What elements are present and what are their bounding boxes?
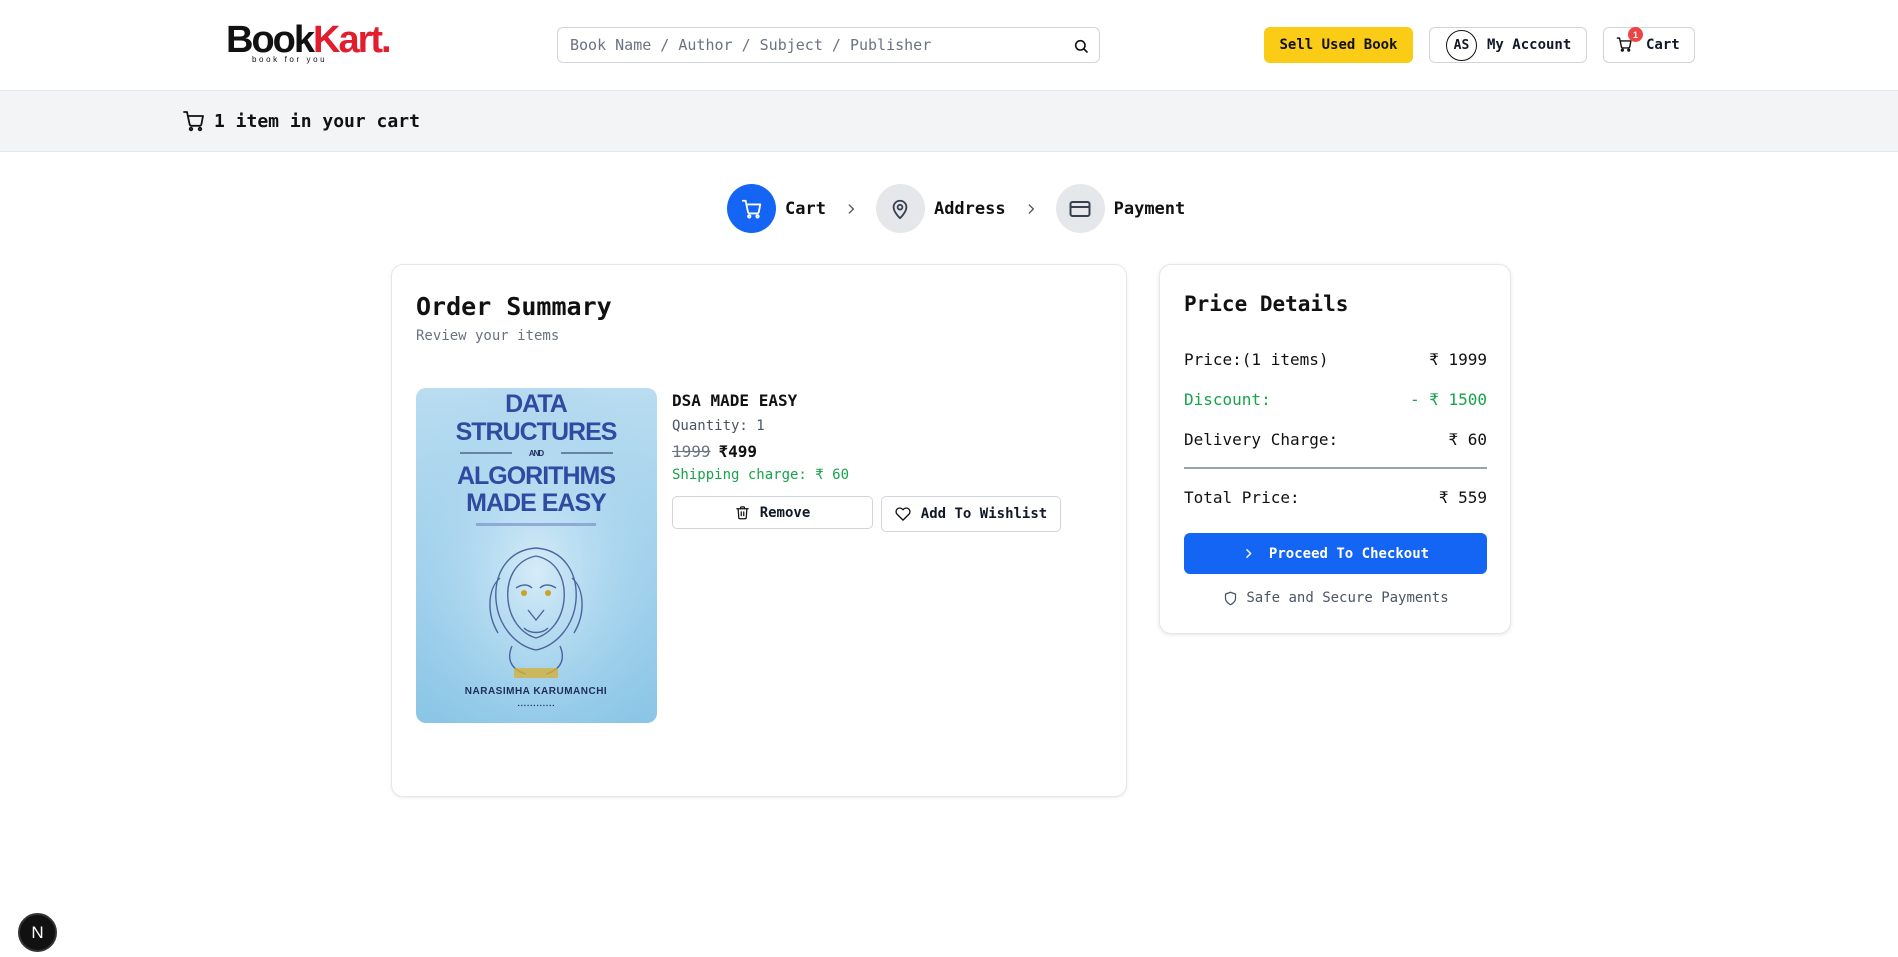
cover-line-structures: STRUCTURES xyxy=(456,418,617,446)
credit-card-icon xyxy=(1069,200,1091,217)
chevron-right-icon xyxy=(844,202,858,216)
search-bar xyxy=(557,27,1100,63)
map-pin-icon xyxy=(893,199,908,219)
top-header: BookKart. book for you Sell Used Book AS… xyxy=(0,0,1898,91)
order-summary-subtitle: Review your items xyxy=(416,328,560,344)
checkout-stepper: Cart Address Payment xyxy=(727,184,1185,233)
delivery-row: Delivery Charge: ₹ 60 xyxy=(1184,430,1487,449)
cart-banner-content: 1 item in your cart xyxy=(182,109,420,133)
cart-icon xyxy=(741,199,761,218)
total-value: ₹ 559 xyxy=(1438,488,1487,507)
dev-tools-badge[interactable]: N xyxy=(18,913,57,952)
discount-row: Discount: - ₹ 1500 xyxy=(1184,390,1487,409)
step-address[interactable]: Address xyxy=(875,184,1006,233)
checkout-label: Proceed To Checkout xyxy=(1268,545,1430,562)
secure-label: Safe and Secure Payments xyxy=(1246,590,1449,606)
chevron-right-icon xyxy=(1246,549,1252,558)
wishlist-label: Add To Wishlist xyxy=(920,506,1048,522)
item-actions: Remove Add To Wishlist xyxy=(672,496,1061,532)
step-cart[interactable]: Cart xyxy=(727,184,826,233)
price-row-label: Price:(1 items) xyxy=(1184,350,1329,369)
step-address-circle xyxy=(875,184,925,233)
book-cover-image[interactable]: DATA STRUCTURES AND ALGORITHMS MADE EASY… xyxy=(416,388,657,723)
step-address-label: Address xyxy=(933,198,1006,219)
logo-tagline: book for you xyxy=(252,55,328,64)
bookkart-logo[interactable]: BookKart. book for you xyxy=(226,21,392,66)
price-details-title: Price Details xyxy=(1184,292,1349,316)
add-to-wishlist-button[interactable]: Add To Wishlist xyxy=(881,496,1061,532)
avatar: AS xyxy=(1446,29,1477,61)
cart-button[interactable]: 1 Cart xyxy=(1603,27,1695,63)
total-label: Total Price: xyxy=(1184,488,1300,507)
trash-icon xyxy=(735,506,749,520)
cart-icon-wrap: 1 xyxy=(1616,27,1643,54)
logo-wordmark: BookKart. xyxy=(226,21,392,59)
remove-label: Remove xyxy=(759,504,811,521)
item-price: 1999 ₹499 xyxy=(672,442,849,461)
original-price: 1999 xyxy=(672,442,711,461)
secure-payments-note: Safe and Secure Payments xyxy=(1160,590,1512,606)
book-info: DSA MADE EASY Quantity: 1 1999 ₹499 Ship… xyxy=(672,391,849,483)
cart-banner: 1 item in your cart xyxy=(0,91,1898,152)
shipping-charge: Shipping charge: ₹ 60 xyxy=(672,467,850,483)
order-summary-card: Order Summary Review your items DATA STR… xyxy=(391,264,1127,797)
cart-icon xyxy=(183,111,204,132)
discount-value: - ₹ 1500 xyxy=(1409,390,1487,409)
step-cart-label: Cart xyxy=(785,198,826,219)
heart-icon xyxy=(895,507,911,521)
order-summary-title: Order Summary xyxy=(416,292,612,321)
cart-banner-text: 1 item in your cart xyxy=(214,110,420,132)
sell-used-book-button[interactable]: Sell Used Book xyxy=(1264,27,1413,63)
my-account-label: My Account xyxy=(1487,37,1572,53)
step-payment[interactable]: Payment xyxy=(1055,184,1186,233)
proceed-to-checkout-button[interactable]: Proceed To Checkout xyxy=(1184,533,1487,574)
cover-line-algorithms: ALGORITHMS xyxy=(457,462,615,490)
search-button[interactable] xyxy=(1071,36,1091,56)
svg-text:▪ ▪ ▪ ▪ ▪ ▪ ▪ ▪ ▪ ▪ ▪ ▪: ▪ ▪ ▪ ▪ ▪ ▪ ▪ ▪ ▪ ▪ ▪ ▪ xyxy=(518,703,555,709)
search-icon xyxy=(1074,39,1088,53)
cover-line-made-easy: MADE EASY xyxy=(466,489,607,517)
step-payment-circle xyxy=(1055,184,1105,233)
delivery-value: ₹ 60 xyxy=(1448,430,1487,449)
my-account-button[interactable]: AS My Account xyxy=(1429,27,1587,63)
shield-icon xyxy=(1225,591,1237,605)
price-row: Price:(1 items) ₹ 1999 xyxy=(1184,350,1487,369)
price-row-value: ₹ 1999 xyxy=(1429,350,1487,369)
cart-count-badge: 1 xyxy=(1628,27,1643,42)
book-cover-art: DATA STRUCTURES AND ALGORITHMS MADE EASY… xyxy=(416,388,657,723)
cover-line-and: AND xyxy=(529,449,545,458)
total-row: Total Price: ₹ 559 xyxy=(1184,488,1487,507)
cart-label: Cart xyxy=(1646,37,1680,53)
cover-author: NARASIMHA KARUMANCHI xyxy=(465,686,607,697)
discount-label: Discount: xyxy=(1184,390,1271,409)
search-input[interactable] xyxy=(570,28,1050,62)
price-details-card: Price Details Price:(1 items) ₹ 1999 Dis… xyxy=(1159,264,1511,634)
item-title[interactable]: DSA MADE EASY xyxy=(672,391,849,410)
item-quantity: Quantity: 1 xyxy=(672,418,765,434)
price-divider xyxy=(1184,467,1487,469)
delivery-label: Delivery Charge: xyxy=(1184,430,1339,449)
remove-button[interactable]: Remove xyxy=(672,496,873,529)
step-payment-label: Payment xyxy=(1113,198,1186,219)
step-cart-circle xyxy=(727,184,776,233)
cover-line-data: DATA xyxy=(505,390,568,418)
current-price: ₹499 xyxy=(718,442,758,461)
chevron-right-icon xyxy=(1024,202,1038,216)
